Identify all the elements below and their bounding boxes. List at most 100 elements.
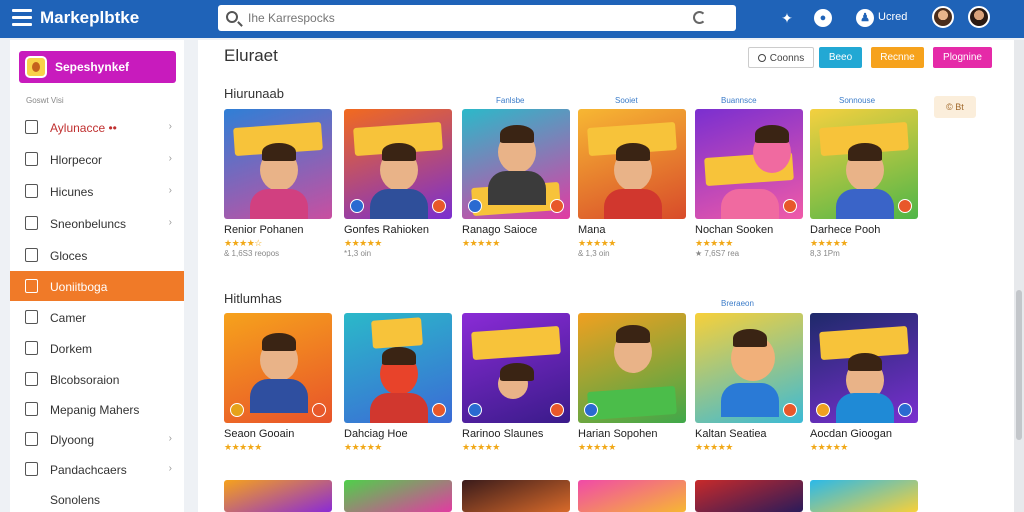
game-title[interactable]: Aocdan Gioogan [810, 428, 892, 440]
game-card[interactable]: Nochan Sooken ★★★★★ ★ 7,6S7 rea [695, 109, 803, 258]
game-title[interactable]: Ranago Saioce [462, 224, 537, 236]
category-tag[interactable]: Buannsce [721, 96, 757, 105]
sidebar-item[interactable]: Hlorpecor › [10, 144, 184, 174]
sidebar-item-active[interactable]: Uoniitboga [10, 271, 184, 301]
game-thumbnail[interactable] [224, 109, 332, 219]
avatar[interactable] [932, 6, 954, 28]
category-tag[interactable]: Sooiet [615, 96, 638, 105]
game-thumbnail[interactable] [810, 313, 918, 423]
game-thumbnail[interactable] [695, 109, 803, 219]
scrollbar-thumb[interactable] [1016, 290, 1022, 440]
notification-icon[interactable]: ✦ [778, 9, 796, 27]
game-title[interactable]: Nochan Sooken [695, 224, 773, 236]
game-thumbnail[interactable] [578, 109, 686, 219]
genre-badge-icon [783, 403, 797, 417]
game-thumbnail[interactable] [462, 313, 570, 423]
game-title[interactable]: Mana [578, 224, 606, 236]
game-thumbnail[interactable] [224, 480, 332, 512]
platform-badge-icon [468, 403, 482, 417]
game-thumbnail[interactable] [344, 480, 452, 512]
sidebar-item[interactable]: Pandachcaers › [10, 454, 184, 484]
game-card[interactable]: Dahciag Hoe ★★★★★ [344, 313, 452, 452]
category-tag[interactable]: Fanlsbe [496, 96, 524, 105]
page-title: Eluraet [224, 46, 278, 65]
game-thumbnail[interactable] [344, 109, 452, 219]
game-thumbnail[interactable] [224, 313, 332, 423]
sidebar-item[interactable]: Aylunacce •• › [10, 112, 184, 142]
game-card[interactable] [695, 480, 803, 512]
rating-stars: ★★★★★ [578, 442, 616, 452]
avatar[interactable] [968, 6, 990, 28]
game-thumbnail[interactable] [810, 480, 918, 512]
thumb-character [498, 125, 536, 173]
sidebar-item[interactable]: Sonolens [10, 484, 184, 512]
user-icon[interactable]: ♟ [856, 9, 874, 27]
game-title[interactable]: Harian Sopohen [578, 428, 658, 440]
game-thumbnail[interactable] [810, 109, 918, 219]
nav-icon [25, 402, 38, 416]
game-card[interactable] [810, 480, 918, 512]
game-card[interactable]: Aocdan Gioogan ★★★★★ [810, 313, 918, 452]
game-card[interactable]: Rarinoo Slaunes ★★★★★ [462, 313, 570, 452]
game-card[interactable] [224, 480, 332, 512]
sidebar-item[interactable]: Gloces [10, 240, 184, 270]
sidebar-item[interactable]: Sneonbeluncs › [10, 208, 184, 238]
game-thumbnail[interactable] [344, 313, 452, 423]
sidebar-item[interactable]: Dorkem [10, 333, 184, 363]
menu-icon[interactable] [12, 9, 32, 27]
sidebar-item[interactable]: Dlyoong › [10, 424, 184, 454]
thumb-character [753, 125, 791, 173]
game-card[interactable]: Kaltan Seatiea ★★★★★ [695, 313, 803, 452]
game-title[interactable]: Rarinoo Slaunes [462, 428, 543, 440]
sidebar-item[interactable]: Blcobsoraion [10, 364, 184, 394]
search-input[interactable] [248, 9, 688, 27]
profile-button[interactable]: Sepeshynkef [19, 51, 176, 83]
game-card[interactable]: Gonfes Rahioken ★★★★★ *1,3 oin [344, 109, 452, 258]
game-thumbnail[interactable] [695, 480, 803, 512]
game-title[interactable]: Seaon Gooain [224, 428, 294, 440]
filter-search-button[interactable]: Coonns [748, 47, 814, 68]
game-title[interactable]: Dahciag Hoe [344, 428, 408, 440]
game-card[interactable]: Renior Pohanen ★★★★☆ & 1,6S3 reopos [224, 109, 332, 258]
game-thumbnail[interactable] [578, 313, 686, 423]
game-title[interactable]: Renior Pohanen [224, 224, 304, 236]
game-thumbnail[interactable] [462, 480, 570, 512]
game-card[interactable]: Seaon Gooain ★★★★★ [224, 313, 332, 452]
filter-button[interactable]: Beeo [819, 47, 862, 68]
sidebar-item-label: Dorkem [50, 342, 93, 356]
game-card[interactable] [578, 480, 686, 512]
game-card[interactable] [344, 480, 452, 512]
sidebar-item[interactable]: Hicunes › [10, 176, 184, 206]
game-thumbnail[interactable] [695, 313, 803, 423]
game-thumbnail[interactable] [578, 480, 686, 512]
game-card[interactable]: Mana ★★★★★ & 1,3 oin [578, 109, 686, 258]
user-label[interactable]: Ucred [878, 11, 907, 23]
genre-badge-icon [550, 403, 564, 417]
brand-logo[interactable]: Markeplbtke [40, 8, 139, 28]
scrollbar[interactable] [1014, 40, 1024, 512]
sidebar-section-label: Goswt Visi [26, 96, 64, 105]
game-card[interactable]: Ranago Saioce ★★★★★ [462, 109, 570, 248]
game-title[interactable]: Darhece Pooh [810, 224, 880, 236]
rating-stars: ★★★★★ [810, 238, 848, 248]
game-thumbnail[interactable] [462, 109, 570, 219]
game-title[interactable]: Kaltan Seatiea [695, 428, 767, 440]
category-tag[interactable]: Sonnouse [839, 96, 875, 105]
thumb-character-body [721, 189, 779, 219]
thumb-character [846, 143, 884, 191]
thumb-character-body [836, 189, 894, 219]
game-card[interactable]: Darhece Pooh ★★★★★ 8,3 1Pm [810, 109, 918, 258]
game-card[interactable] [462, 480, 570, 512]
more-button[interactable]: © Bt [934, 96, 976, 118]
filter-button[interactable]: Plognine [933, 47, 992, 68]
chat-icon[interactable]: ● [814, 9, 832, 27]
category-tag[interactable]: Breraeon [721, 299, 754, 308]
sidebar-item[interactable]: Camer [10, 302, 184, 332]
game-card[interactable]: Harian Sopohen ★★★★★ [578, 313, 686, 452]
filter-search-label: Coonns [769, 53, 805, 64]
nav-icon [25, 216, 38, 230]
sidebar-item[interactable]: Mepanig Mahers [10, 394, 184, 424]
search-bar[interactable] [218, 5, 736, 31]
filter-button[interactable]: Recnne [871, 47, 924, 68]
game-title[interactable]: Gonfes Rahioken [344, 224, 429, 236]
